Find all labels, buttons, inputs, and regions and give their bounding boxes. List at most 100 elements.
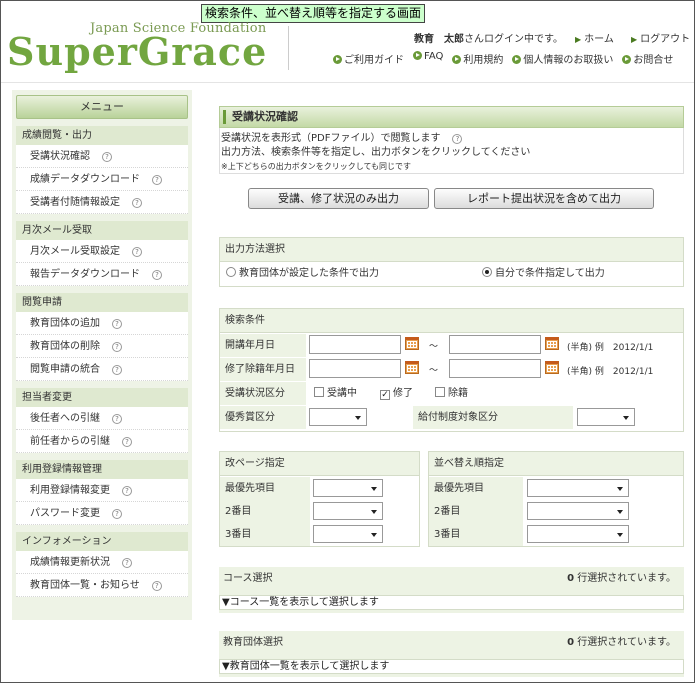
help-icon[interactable]: ?	[132, 198, 142, 208]
checkbox[interactable]	[435, 387, 445, 397]
calendar-icon[interactable]	[405, 361, 419, 374]
page-break-priority-2-select[interactable]	[313, 502, 383, 520]
output-method-custom-option[interactable]: 自分で条件指定して出力	[482, 262, 605, 286]
end-date-from-input[interactable]	[309, 359, 401, 378]
page-break-priority-1-select[interactable]	[313, 479, 383, 497]
radio-label: 教育団体が設定した条件で出力	[239, 268, 379, 279]
output-method-org-option[interactable]: 教育団体が設定した条件で出力	[226, 262, 379, 286]
sort-priority-2-select[interactable]	[527, 502, 629, 520]
calendar-icon[interactable]	[545, 361, 559, 374]
help-icon[interactable]: ?	[112, 509, 122, 519]
sidebar-item-label: 教育団体の削除	[30, 341, 100, 352]
page-description: 受講状況を表形式（PDFファイル）で閲覧します? 出力方法、検索条件等を指定し、…	[219, 128, 684, 174]
help-icon[interactable]: ?	[452, 134, 463, 144]
privacy-link[interactable]: 個人情報のお取扱い	[512, 51, 613, 66]
output-with-reports-button[interactable]: レポート提出状況を含めて出力	[434, 188, 654, 209]
checkbox[interactable]	[314, 387, 324, 397]
help-icon[interactable]: ?	[112, 319, 122, 329]
sidebar-group-title: インフォメーション	[16, 532, 188, 551]
org-list-link[interactable]: ▼教育団体一覧を表示して選択します	[219, 659, 684, 674]
sidebar-item-merge-request[interactable]: 閲覧申請の統合?	[16, 358, 188, 381]
checkbox-checked[interactable]: ✓	[380, 390, 390, 400]
sidebar-item-attendance-check[interactable]: 受講状況確認?	[16, 145, 188, 168]
date-format-hint: (半角) 例 2012/1/1	[567, 364, 653, 377]
page-break-priority-3-select[interactable]	[313, 525, 383, 543]
home-link[interactable]: ▶ ホーム	[575, 30, 614, 45]
help-icon[interactable]: ?	[122, 486, 132, 496]
status-completed-checkbox[interactable]: ✓ 修了	[380, 382, 413, 406]
sidebar: メニュー 成績閲覧・出力 受講状況確認? 成績データダウンロード? 受講者付随情…	[12, 90, 192, 620]
sidebar-item-monthly-mail[interactable]: 月次メール受取設定?	[16, 240, 188, 263]
triangle-right-icon: ▶	[575, 35, 582, 44]
course-select-count: 0 行選択されています。	[567, 567, 676, 591]
sidebar-item-student-info[interactable]: 受講者付随情報設定?	[16, 191, 188, 214]
sort-priority-3-select[interactable]	[527, 525, 629, 543]
user-name: 教育 太郎	[414, 34, 464, 45]
sidebar-item-handover-to[interactable]: 後任者への引継?	[16, 407, 188, 430]
help-icon[interactable]: ?	[112, 365, 122, 375]
status-withdrawn-checkbox[interactable]: 除籍	[435, 382, 468, 406]
course-count-value: 0	[567, 573, 575, 584]
sidebar-item-label: 閲覧申請の統合	[30, 364, 100, 375]
sidebar-group-title: 月次メール受取	[16, 221, 188, 240]
help-icon[interactable]: ?	[152, 175, 162, 185]
help-icon[interactable]: ?	[122, 558, 132, 568]
radio-button-selected[interactable]	[482, 267, 492, 277]
sidebar-item-label: 報告データダウンロード	[30, 269, 140, 280]
sidebar-group-title: 担当者変更	[16, 388, 188, 407]
sidebar-item-label: 受講者付随情報設定	[30, 197, 120, 208]
sort-order-title: 並べ替え順指定	[429, 452, 683, 476]
sidebar-item-remove-org[interactable]: 教育団体の削除?	[16, 335, 188, 358]
sidebar-item-org-list[interactable]: 教育団体一覧・お知らせ?	[16, 574, 188, 597]
description-line: 出力方法、検索条件等を指定し、出力ボタンをクリックしてください	[221, 147, 531, 158]
home-link-label: ホーム	[584, 34, 614, 45]
calendar-icon[interactable]	[545, 337, 559, 350]
logout-link[interactable]: ▶ ログアウト	[631, 30, 690, 45]
sidebar-item-registration-change[interactable]: 利用登録情報変更?	[16, 479, 188, 502]
sort-priority-1-select[interactable]	[527, 479, 629, 497]
help-icon[interactable]: ?	[151, 581, 162, 591]
sidebar-item-report-download[interactable]: 報告データダウンロード?	[16, 263, 188, 286]
output-attendance-only-button[interactable]: 受講、修了状況のみ出力	[248, 188, 429, 209]
sidebar-item-grade-download[interactable]: 成績データダウンロード?	[16, 168, 188, 191]
checkbox-label: 修了	[393, 388, 413, 399]
end-date-label: 修了除籍年月日	[220, 358, 306, 381]
faq-link-label: FAQ	[424, 51, 444, 62]
terms-link[interactable]: 利用規約	[452, 51, 503, 66]
checkbox-label: 受講中	[327, 388, 357, 399]
calendar-icon[interactable]	[405, 337, 419, 350]
hint-half-width: (半角)	[567, 367, 593, 377]
help-icon[interactable]: ?	[112, 342, 122, 352]
help-icon[interactable]: ?	[132, 247, 142, 257]
end-date-to-input[interactable]	[449, 359, 541, 378]
sort-priority-2-label: 2番目	[429, 500, 523, 523]
faq-link[interactable]: FAQ	[413, 51, 443, 66]
status-enrolled-checkbox[interactable]: 受講中	[314, 382, 357, 406]
sidebar-item-update-status[interactable]: 成績情報更新状況?	[16, 551, 188, 574]
help-icon[interactable]: ?	[122, 437, 132, 447]
help-icon[interactable]: ?	[152, 270, 162, 280]
sidebar-item-label: 教育団体一覧・お知らせ	[30, 580, 140, 591]
help-icon[interactable]: ?	[112, 414, 122, 424]
sidebar-item-handover-from[interactable]: 前任者からの引継?	[16, 430, 188, 453]
brand-logo[interactable]: SuperGrace	[7, 28, 267, 76]
help-icon[interactable]: ?	[102, 152, 112, 162]
sidebar-item-password-change[interactable]: パスワード変更?	[16, 502, 188, 525]
course-select-section: コース選択 0 行選択されています。 ▼コース一覧を表示して選択します	[219, 567, 684, 613]
start-date-from-input[interactable]	[309, 335, 401, 354]
excellence-select[interactable]	[309, 408, 367, 426]
course-list-link[interactable]: ▼コース一覧を表示して選択します	[219, 595, 684, 610]
description-line: 受講状況を表形式（PDFファイル）で閲覧します	[221, 133, 441, 144]
benefit-select[interactable]	[577, 408, 635, 426]
guide-link[interactable]: ご利用ガイド	[333, 51, 404, 66]
hint-half-width: (半角)	[567, 343, 593, 353]
arrow-circle-icon	[512, 55, 522, 64]
page-break-priority-2-label: 2番目	[220, 500, 310, 523]
start-date-to-input[interactable]	[449, 335, 541, 354]
contact-link[interactable]: お問合せ	[622, 51, 673, 66]
page-break-title: 改ページ指定	[220, 452, 419, 476]
sidebar-item-add-org[interactable]: 教育団体の追加?	[16, 312, 188, 335]
arrow-circle-icon	[413, 51, 422, 60]
sidebar-item-label: 成績情報更新状況	[30, 557, 110, 568]
radio-button[interactable]	[226, 267, 236, 277]
